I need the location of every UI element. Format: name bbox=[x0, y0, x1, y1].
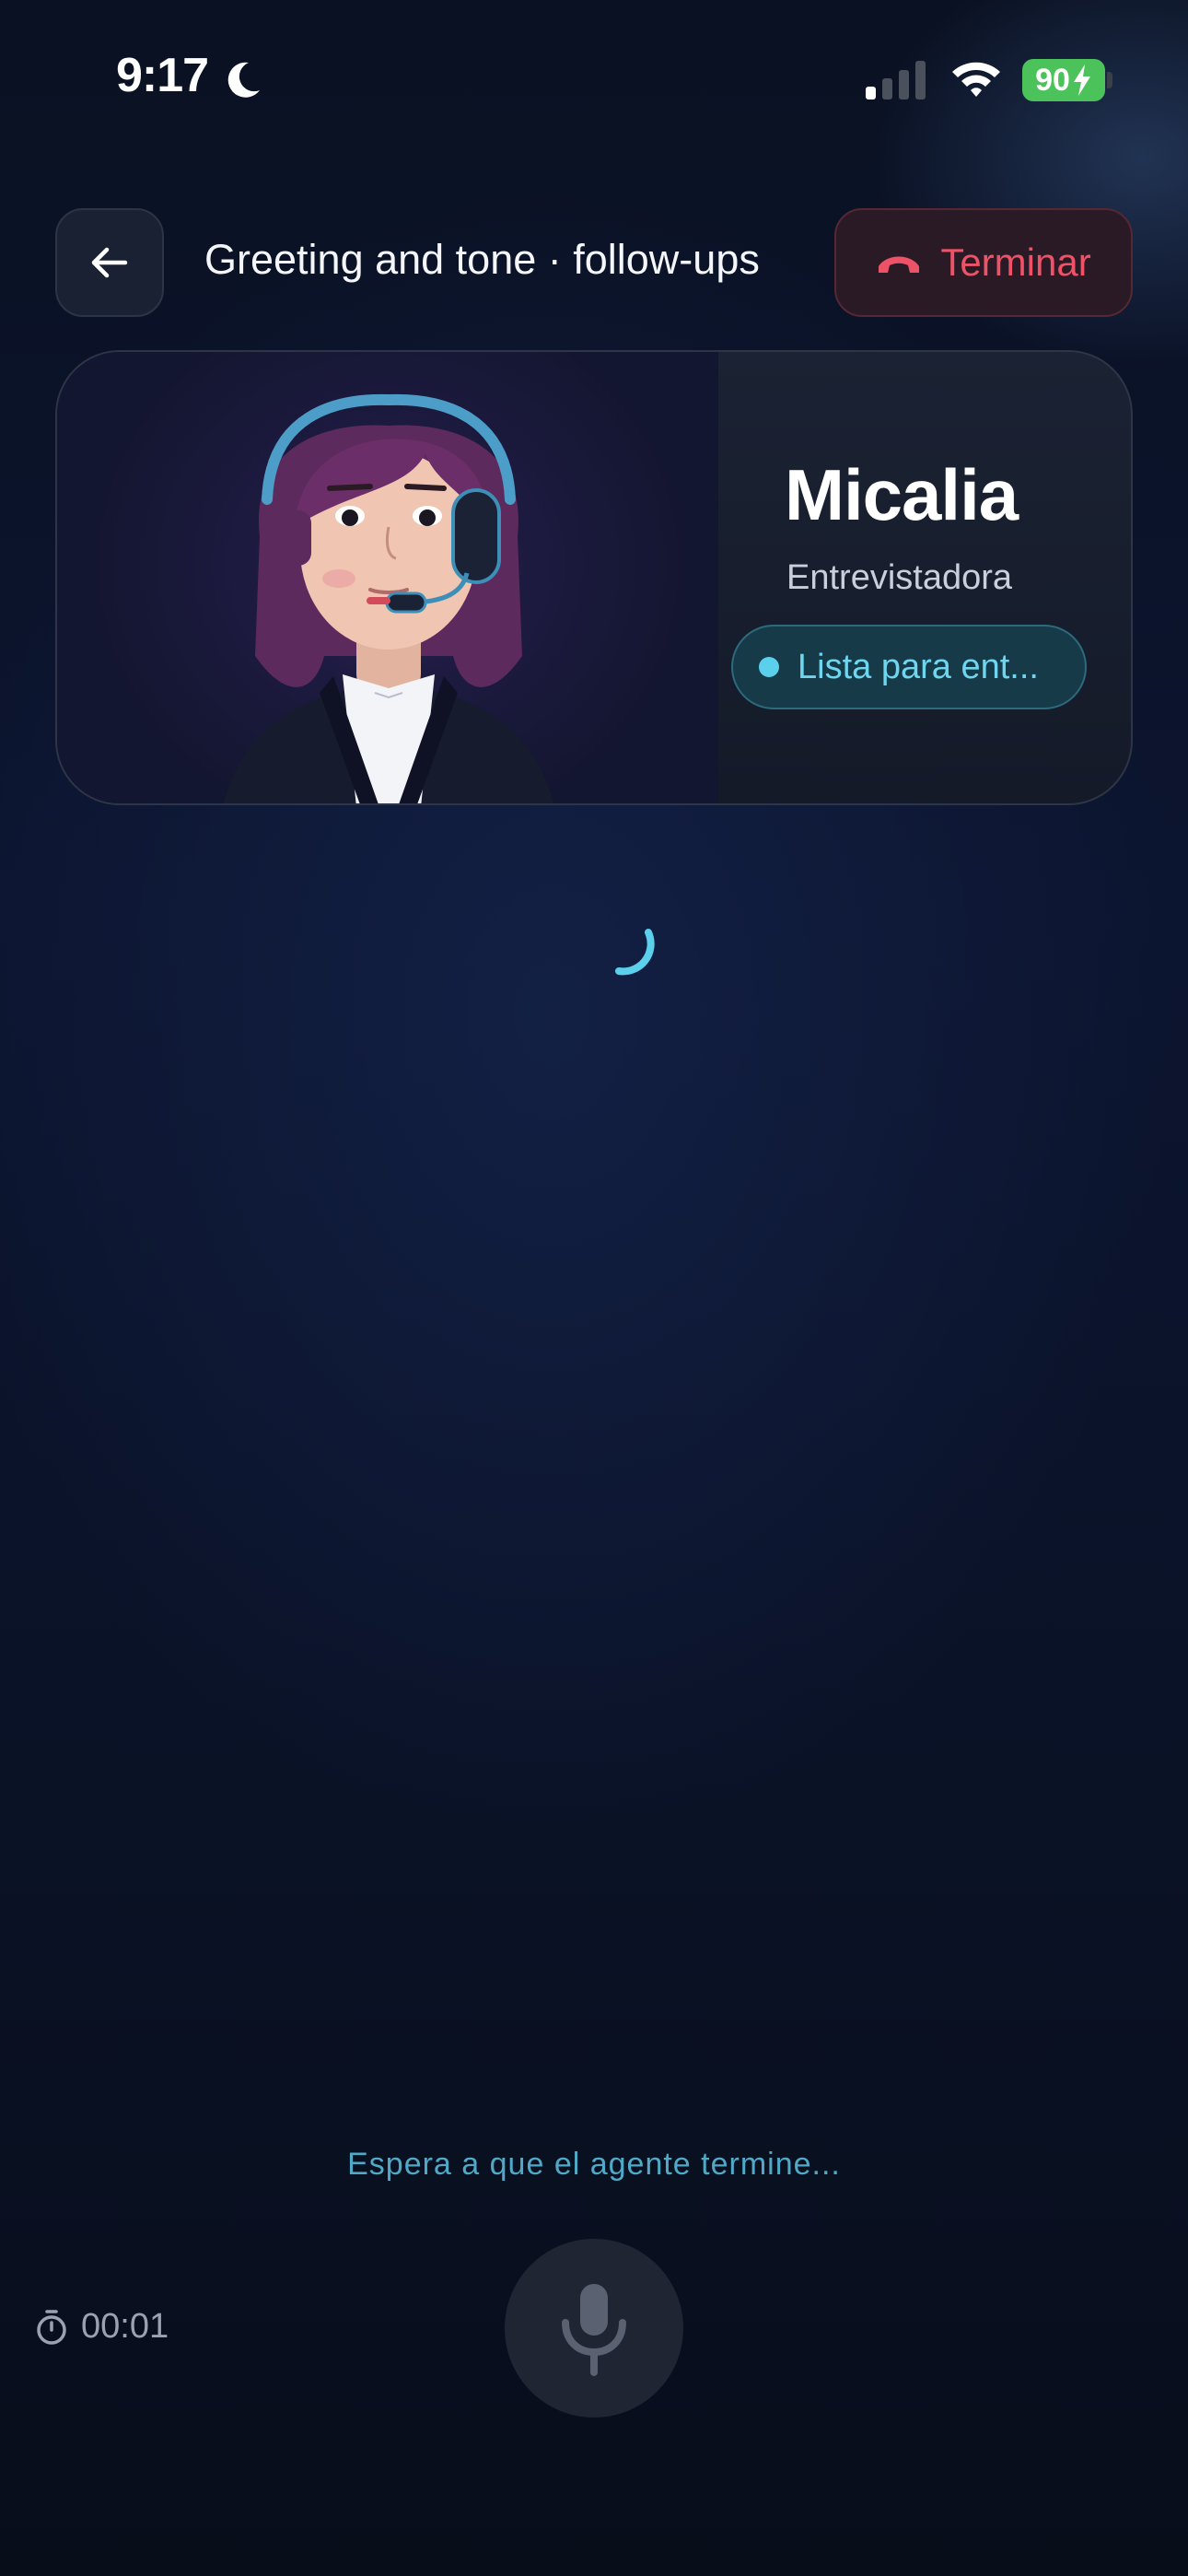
agent-status-pill: Lista para ent... bbox=[731, 625, 1087, 709]
battery-cap bbox=[1107, 72, 1112, 88]
phone-hangup-icon bbox=[879, 256, 920, 273]
battery-level: 90 bbox=[1035, 62, 1070, 98]
end-call-button[interactable]: Terminar bbox=[834, 208, 1133, 317]
battery-indicator: 90 bbox=[1022, 59, 1105, 101]
timer-value: 00:01 bbox=[81, 2307, 169, 2346]
session-title: Greeting and tone · follow-ups bbox=[204, 236, 760, 283]
agent-role: Entrevistadora bbox=[786, 558, 1013, 597]
call-timer: 00:01 bbox=[35, 2307, 169, 2347]
arrow-left-icon bbox=[91, 247, 128, 278]
wait-message: Espera a que el agente termine... bbox=[347, 2147, 841, 2182]
status-time: 9:17 bbox=[116, 49, 209, 102]
wifi-icon bbox=[952, 62, 1000, 97]
microphone-icon bbox=[562, 2284, 626, 2376]
interview-screen: 9:17 90 Greeting and tone · follow-ups T… bbox=[0, 0, 1188, 2576]
avatar-panel bbox=[57, 352, 718, 803]
signal-icon bbox=[866, 61, 926, 100]
stopwatch-icon bbox=[37, 2309, 66, 2345]
status-dot-icon bbox=[759, 657, 779, 677]
charging-bolt-icon bbox=[1073, 64, 1090, 96]
agent-name: Micalia bbox=[785, 454, 1019, 535]
avatar-illustration bbox=[224, 393, 553, 803]
end-call-label: Terminar bbox=[940, 240, 1091, 284]
moon-icon bbox=[227, 62, 260, 98]
agent-status-text: Lista para ent... bbox=[798, 647, 1039, 686]
microphone-button[interactable] bbox=[505, 2239, 683, 2418]
loading-spinner-icon bbox=[615, 929, 655, 976]
status-bar: 9:17 90 bbox=[0, 0, 1188, 157]
agent-card: Micalia Entrevistadora Lista para ent... bbox=[55, 350, 1133, 805]
back-button[interactable] bbox=[55, 208, 164, 317]
